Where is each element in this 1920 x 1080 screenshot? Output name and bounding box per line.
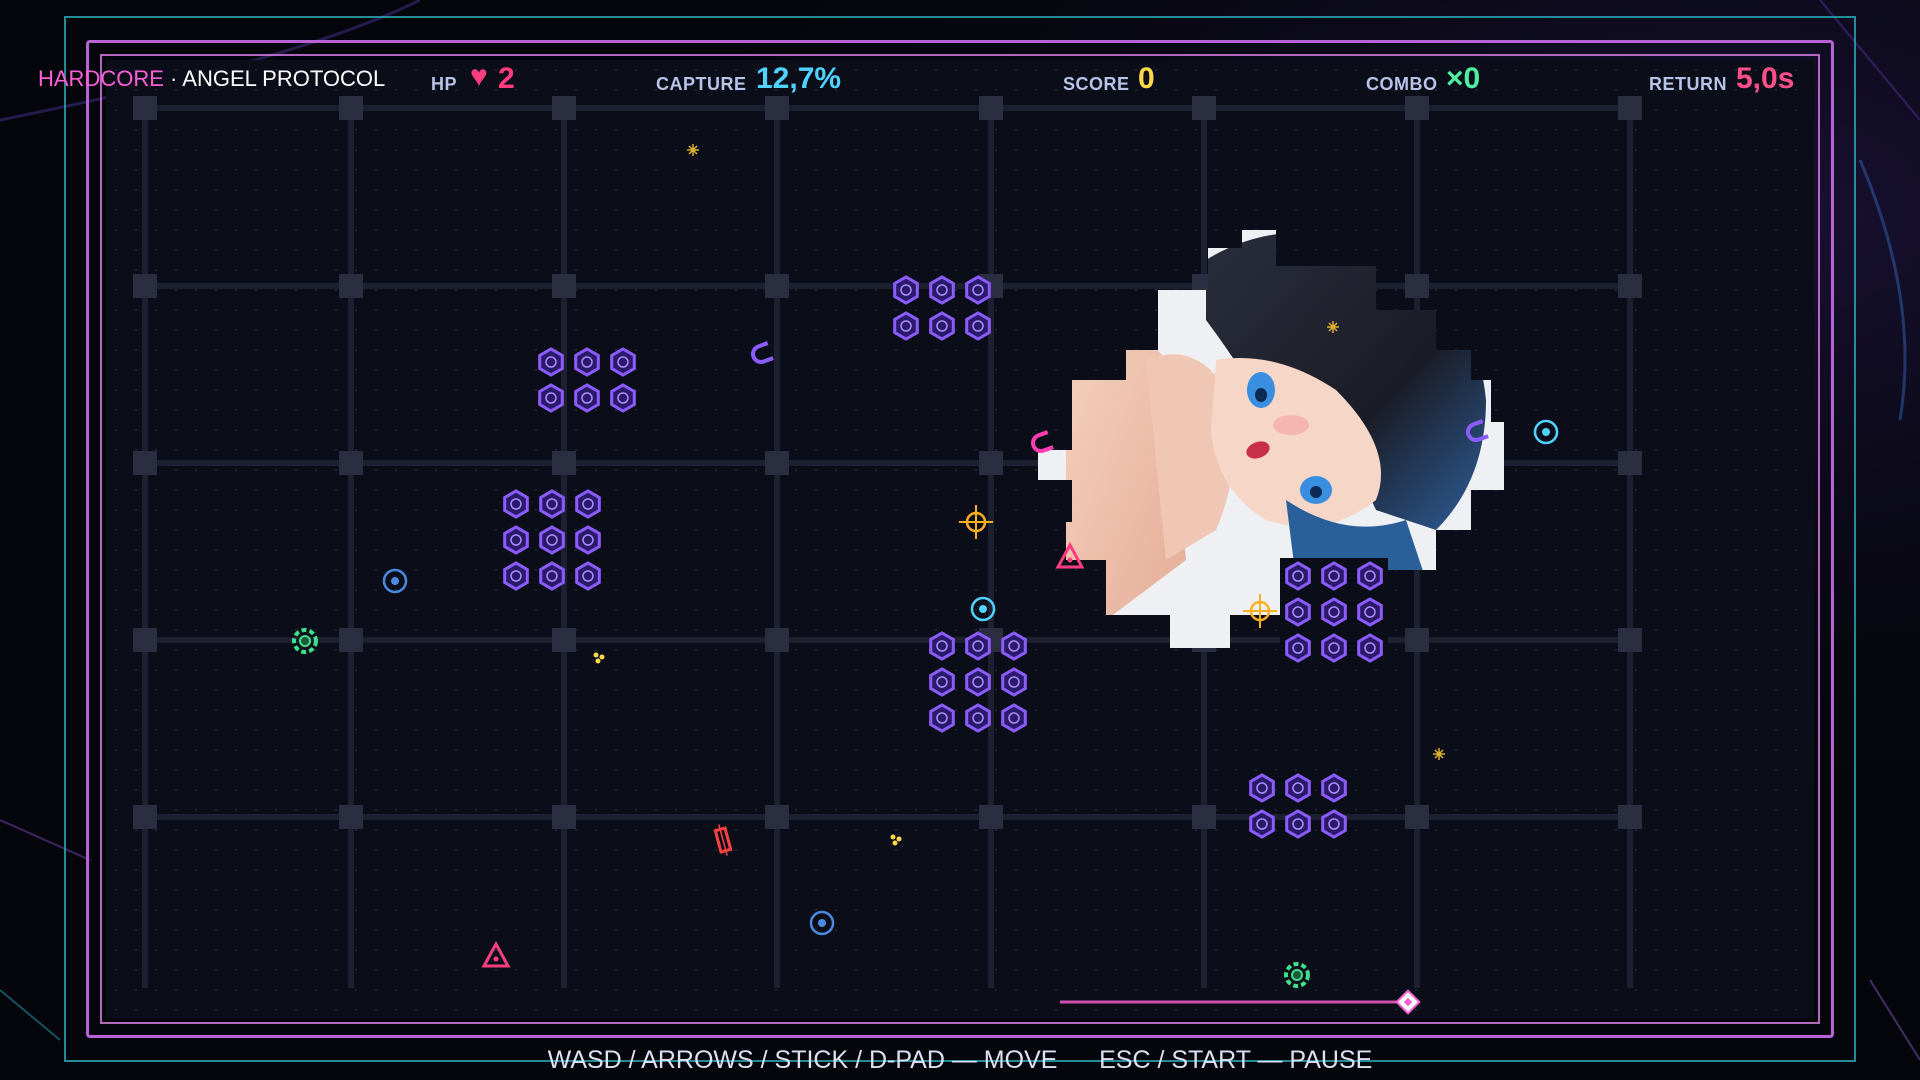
hexagon-enemy-icon — [965, 667, 991, 697]
capture-label: CAPTURE — [656, 74, 747, 94]
hp-value: 2 — [498, 62, 515, 95]
hexagon-enemy-icon — [965, 703, 991, 733]
mode-name: ANGEL PROTOCOL — [182, 66, 386, 91]
hexagon-enemy-icon — [965, 311, 991, 341]
hexagon-enemy-icon — [893, 275, 919, 305]
hexagon-enemy-icon — [575, 489, 601, 519]
hexagon-enemy-icon — [1321, 809, 1347, 839]
hexagon-enemy-icon — [1321, 597, 1347, 627]
hexagon-enemy-icon — [574, 383, 600, 413]
hexagon-enemy-icon — [1321, 773, 1347, 803]
hexagon-enemy-icon — [1001, 631, 1027, 661]
hexagon-enemy-icon — [965, 275, 991, 305]
play-field-canvas — [106, 60, 1814, 1018]
hexagon-enemy-icon — [575, 561, 601, 591]
difficulty-label: HARDCORE — [38, 66, 164, 91]
combo-label: COMBO — [1366, 74, 1438, 94]
hexagon-enemy-icon — [1285, 633, 1311, 663]
hexagon-enemy-icon — [1357, 561, 1383, 591]
mode-title: HARDCORE · ANGEL PROTOCOL — [38, 66, 385, 92]
hexagon-enemy-icon — [1321, 561, 1347, 591]
hexagon-enemy-icon — [1249, 773, 1275, 803]
hexagon-enemy-icon — [929, 311, 955, 341]
hexagon-enemy-icon — [538, 383, 564, 413]
hexagon-enemy-icon — [575, 525, 601, 555]
hexagon-enemy-icon — [503, 489, 529, 519]
play-field — [106, 60, 1814, 1018]
hexagon-enemy-icon — [1357, 597, 1383, 627]
score-value: 0 — [1138, 62, 1155, 95]
hexagon-enemy-icon — [1001, 667, 1027, 697]
hexagon-enemy-icon — [539, 525, 565, 555]
hexagon-enemy-icon — [929, 275, 955, 305]
hexagon-enemy-icon — [1249, 809, 1275, 839]
hexagon-enemy-icon — [503, 561, 529, 591]
controls-hint: WASD / ARROWS / STICK / D-PAD — MOVE ESC… — [547, 1046, 1373, 1074]
hexagon-enemy-icon — [929, 631, 955, 661]
hexagon-enemy-icon — [965, 631, 991, 661]
hexagon-enemy-icon — [893, 311, 919, 341]
hexagon-enemy-icon — [610, 383, 636, 413]
score-label: SCORE — [1063, 74, 1130, 94]
hexagon-enemy-icon — [929, 667, 955, 697]
heart-icon: ♥ — [470, 60, 488, 93]
hud-bar: HARDCORE · ANGEL PROTOCOL HP ♥ 2 CAPTURE… — [36, 60, 1806, 96]
hexagon-enemy-icon — [929, 703, 955, 733]
capture-value: 12,7% — [756, 62, 842, 95]
hp-label: HP — [431, 74, 458, 94]
mode-separator: · — [170, 66, 178, 91]
hexagon-enemy-icon — [1321, 633, 1347, 663]
hexagon-enemy-icon — [1285, 773, 1311, 803]
hexagon-enemy-icon — [503, 525, 529, 555]
combo-value: ×0 — [1446, 62, 1481, 95]
hexagon-enemy-icon — [1001, 703, 1027, 733]
hexagon-enemy-icon — [1285, 597, 1311, 627]
return-label: RETURN — [1649, 74, 1727, 94]
hexagon-enemy-icon — [574, 347, 600, 377]
hexagon-enemy-icon — [539, 489, 565, 519]
hexagon-enemy-icon — [1357, 633, 1383, 663]
hexagon-enemy-icon — [1285, 809, 1311, 839]
hexagon-enemy-icon — [538, 347, 564, 377]
hexagon-enemy-icon — [1285, 561, 1311, 591]
hexagon-enemy-icon — [539, 561, 565, 591]
hexagon-enemy-icon — [610, 347, 636, 377]
return-value: 5,0s — [1736, 62, 1795, 95]
